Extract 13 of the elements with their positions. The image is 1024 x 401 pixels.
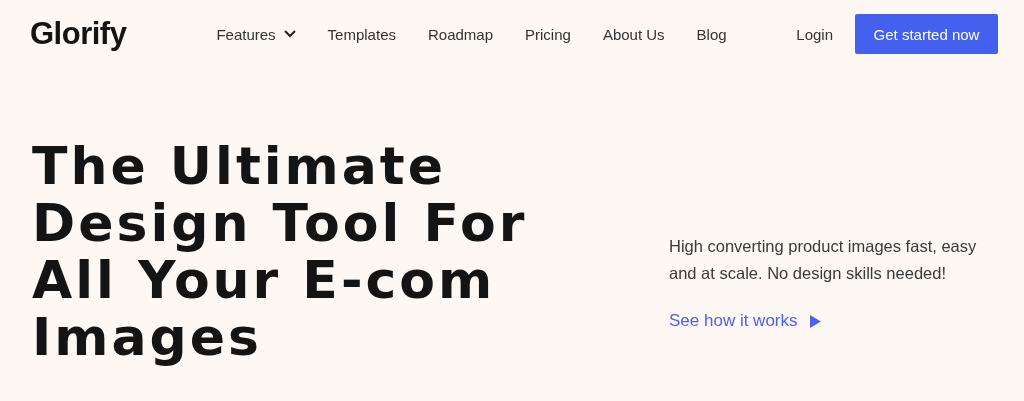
hero-headline: The Ultimate Design Tool For All Your E-com Images: [32, 138, 528, 366]
nav-link[interactable]: About Us: [602, 25, 665, 43]
see-how-it-works-link[interactable]: See how it works: [669, 311, 821, 331]
play-icon: [809, 314, 821, 328]
nav-link[interactable]: Features: [216, 25, 296, 43]
nav-link[interactable]: Pricing: [525, 25, 571, 43]
hero-description: High converting product images fast, easy and at scale. No design skills needed!: [669, 236, 978, 284]
nav-link[interactable]: Blog: [696, 25, 727, 43]
get-started-button[interactable]: Get started now: [855, 14, 998, 54]
logo[interactable]: Glorify: [30, 16, 127, 52]
login-link[interactable]: Login: [796, 25, 833, 43]
nav-link[interactable]: Roadmap: [428, 25, 494, 43]
nav-link[interactable]: Templates: [327, 25, 396, 43]
